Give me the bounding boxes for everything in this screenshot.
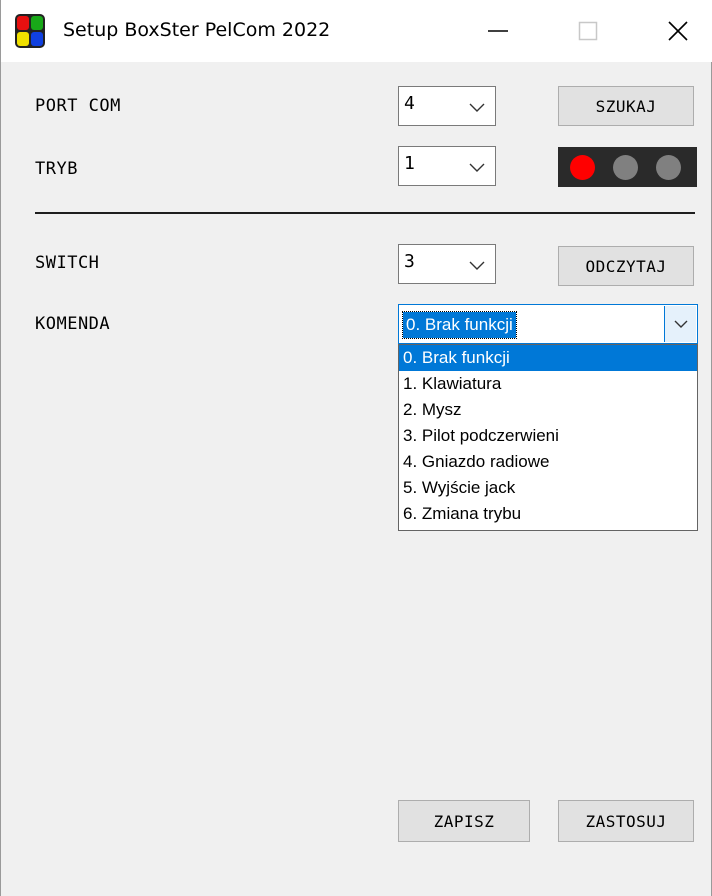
status-dot-1 (570, 155, 595, 180)
chevron-down-icon (469, 163, 485, 172)
maximize-icon (578, 21, 598, 41)
komenda-option[interactable]: 3. Pilot podczerwieni (399, 423, 697, 449)
divider (35, 212, 695, 214)
tryb-select[interactable]: 1 (398, 146, 496, 186)
maximize-button[interactable] (559, 0, 617, 62)
setup-window: Setup BoxSter PelCom 2022 PORT COM 4 SZU… (0, 0, 712, 896)
port-com-value: 4 (404, 93, 415, 114)
chevron-down-icon (469, 261, 485, 270)
komenda-value: 0. Brak funkcji (402, 311, 517, 339)
komenda-option[interactable]: 1. Klawiatura (399, 371, 697, 397)
port-com-label: PORT COM (35, 96, 121, 116)
title-bar[interactable]: Setup BoxSter PelCom 2022 (1, 0, 712, 62)
status-dot-3 (656, 155, 681, 180)
switch-label: SWITCH (35, 253, 100, 273)
close-button[interactable] (649, 0, 707, 62)
tryb-label: TRYB (35, 159, 78, 179)
status-dot-2 (613, 155, 638, 180)
komenda-option[interactable]: 6. Zmiana trybu (399, 501, 697, 527)
szukaj-button[interactable]: SZUKAJ (558, 86, 694, 126)
komenda-select[interactable]: 0. Brak funkcji (398, 304, 698, 344)
window-title: Setup BoxSter PelCom 2022 (63, 19, 331, 41)
komenda-label: KOMENDA (35, 314, 111, 334)
komenda-option[interactable]: 4. Gniazdo radiowe (399, 449, 697, 475)
chevron-down-icon (469, 103, 485, 112)
app-logo-icon (15, 14, 45, 48)
close-icon (668, 21, 688, 41)
komenda-option[interactable]: 2. Mysz (399, 397, 697, 423)
switch-select[interactable]: 3 (398, 244, 496, 284)
zastosuj-button[interactable]: ZASTOSUJ (558, 800, 694, 842)
komenda-dropdown-button[interactable] (664, 306, 696, 342)
minimize-icon (488, 30, 508, 32)
chevron-down-icon (674, 320, 687, 328)
komenda-option[interactable]: 0. Brak funkcji (399, 345, 697, 371)
port-com-select[interactable]: 4 (398, 86, 496, 126)
komenda-dropdown-list: 0. Brak funkcji 1. Klawiatura 2. Mysz 3. Pi… (398, 344, 698, 531)
zapisz-button[interactable]: ZAPISZ (398, 800, 530, 842)
status-indicator (558, 147, 697, 187)
minimize-button[interactable] (469, 0, 527, 62)
switch-value: 3 (404, 251, 415, 272)
tryb-value: 1 (404, 153, 415, 174)
odczytaj-button[interactable]: ODCZYTAJ (558, 246, 694, 286)
komenda-option[interactable]: 5. Wyjście jack (399, 475, 697, 501)
